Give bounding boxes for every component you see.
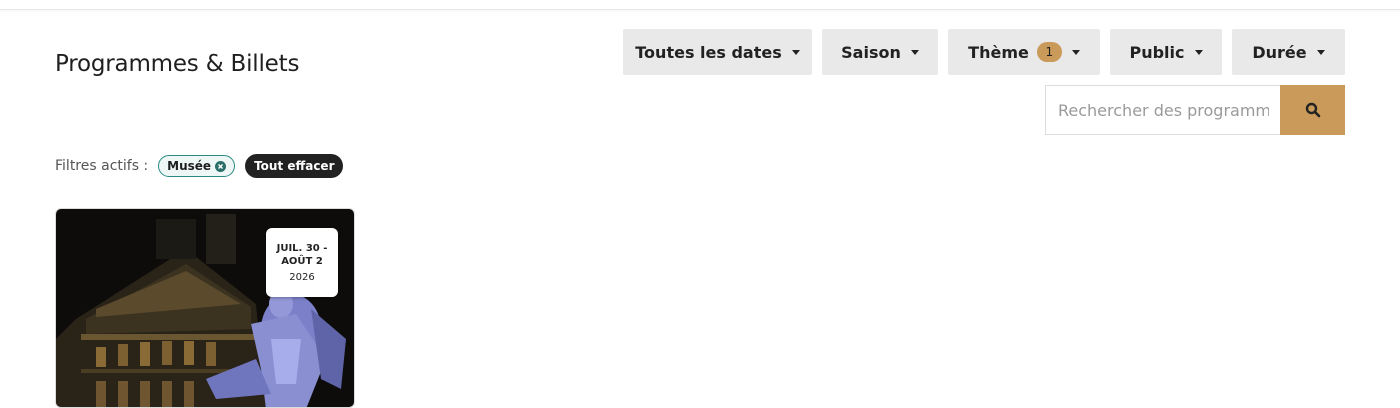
theme-count-badge: 1 (1036, 42, 1062, 62)
caret-down-icon (1071, 49, 1080, 55)
theme-filter-button[interactable]: Thème 1 (948, 29, 1100, 75)
duration-filter-button[interactable]: Durée (1232, 29, 1345, 75)
active-filters-label: Filtres actifs : (55, 158, 149, 174)
duration-filter-label: Durée (1252, 42, 1307, 62)
dates-filter-label: Toutes les dates (635, 42, 782, 62)
audience-filter-label: Public (1129, 42, 1185, 62)
caret-down-icon (910, 49, 919, 55)
page-title: Programmes & Billets (55, 51, 300, 78)
season-filter-button[interactable]: Saison (822, 29, 938, 75)
audience-filter-button[interactable]: Public (1110, 29, 1222, 75)
search-icon (1305, 102, 1320, 118)
caret-down-icon (1194, 49, 1203, 55)
search-input[interactable] (1045, 85, 1281, 135)
date-year: 2026 (289, 272, 315, 283)
date-range: JUIL. 30 - AOÛT 2 (276, 243, 328, 267)
date-badge: JUIL. 30 - AOÛT 2 2026 (266, 228, 338, 297)
dates-filter-button[interactable]: Toutes les dates (623, 29, 812, 75)
caret-down-icon (791, 49, 800, 55)
active-filters-bar: Filtres actifs : Musée Tout effacer (55, 154, 344, 178)
active-filter-chip-label: Musée (167, 159, 212, 173)
season-filter-label: Saison (841, 42, 901, 62)
clear-all-button[interactable]: Tout effacer (245, 154, 344, 178)
top-nav-edge (0, 0, 1400, 10)
search-button[interactable] (1280, 85, 1345, 135)
theme-filter-label: Thème (968, 42, 1029, 62)
program-card[interactable]: JUIL. 30 - AOÛT 2 2026 (55, 208, 355, 408)
close-circle-icon[interactable] (215, 160, 227, 172)
active-filter-chip-musee[interactable]: Musée (158, 155, 236, 177)
caret-down-icon (1316, 49, 1325, 55)
